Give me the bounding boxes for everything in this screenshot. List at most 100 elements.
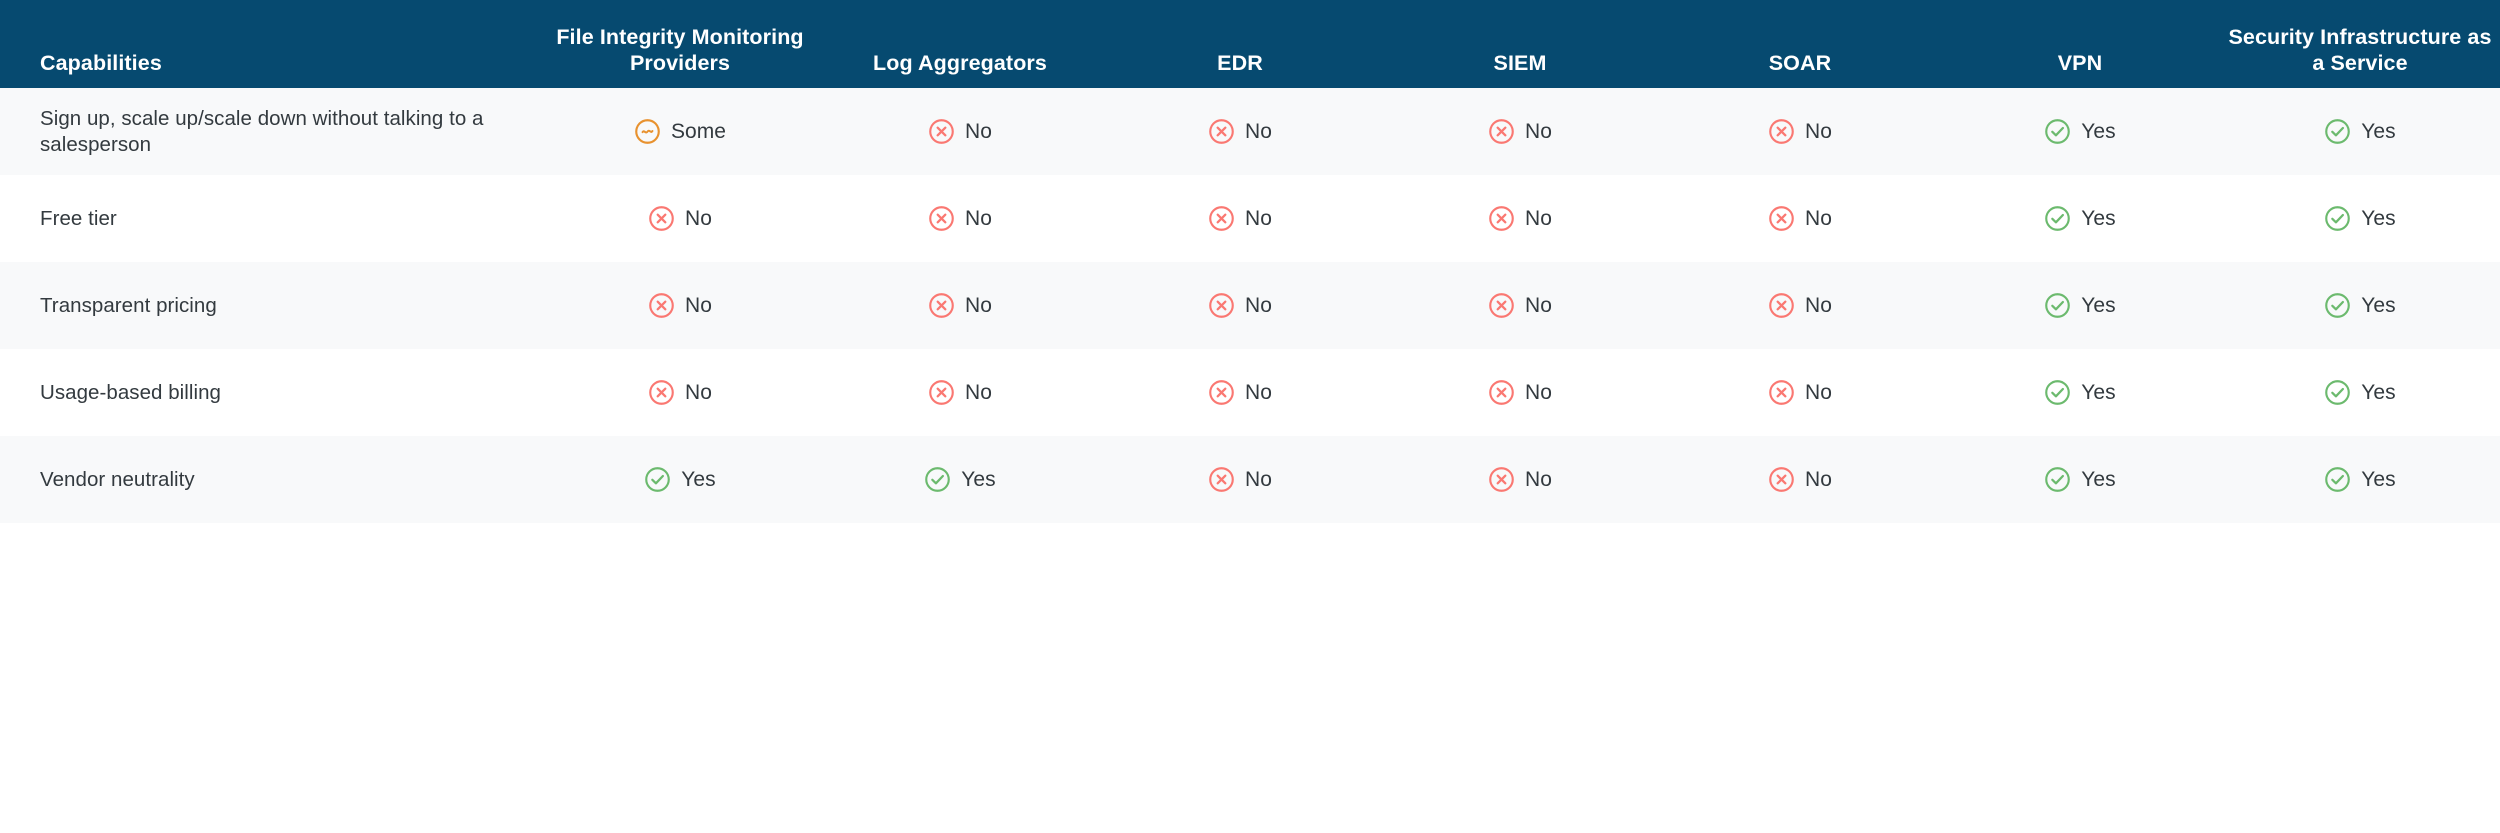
value-label: No	[1525, 119, 1552, 143]
value-label: No	[1245, 467, 1272, 491]
value-label: Yes	[2081, 206, 2116, 230]
table-row: Vendor neutrality Yes Yes No No No Yes Yes	[0, 436, 2500, 523]
value-cell: Yes	[540, 466, 820, 493]
tilde-circle-icon	[634, 118, 661, 145]
x-circle-icon	[928, 292, 955, 319]
header-cell-3: EDR	[1217, 51, 1263, 75]
value-cell: Some	[540, 118, 820, 145]
value-label: No	[1805, 119, 1832, 143]
table-row: Transparent pricing No No No No No Yes Yes	[0, 262, 2500, 349]
value-cell: No	[1100, 466, 1380, 493]
value-label: No	[1245, 380, 1272, 404]
row-label: Sign up, scale up/scale down without tal…	[40, 106, 484, 156]
value-cell: No	[1380, 292, 1660, 319]
x-circle-icon	[1208, 292, 1235, 319]
value-label: No	[685, 206, 712, 230]
value-cell: Yes	[2220, 292, 2500, 319]
value-cell: No	[540, 379, 820, 406]
value-cell: No	[1660, 292, 1940, 319]
table-row: Free tier No No No No No Yes Yes	[0, 175, 2500, 262]
check-circle-icon	[2324, 466, 2351, 493]
value-label: No	[1805, 206, 1832, 230]
value-cell: No	[1380, 379, 1660, 406]
value-label: Some	[670, 119, 727, 143]
row-label: Vendor neutrality	[40, 467, 195, 491]
row-label: Transparent pricing	[40, 293, 217, 317]
check-circle-icon	[2044, 466, 2071, 493]
table-header-row: Capabilities File Integrity Monitoring Pr…	[0, 0, 2500, 88]
value-cell: Yes	[2220, 118, 2500, 145]
value-label: Yes	[2081, 119, 2116, 143]
check-circle-icon	[2324, 205, 2351, 232]
x-circle-icon	[1208, 466, 1235, 493]
x-circle-icon	[1488, 292, 1515, 319]
value-label: No	[965, 380, 992, 404]
x-circle-icon	[1488, 205, 1515, 232]
value-label: No	[1525, 467, 1552, 491]
value-cell: No	[820, 205, 1100, 232]
x-circle-icon	[648, 379, 675, 406]
x-circle-icon	[928, 205, 955, 232]
value-label: No	[965, 293, 992, 317]
header-cell-4: SIEM	[1493, 51, 1547, 75]
value-label: Yes	[2081, 293, 2116, 317]
value-cell: Yes	[1940, 379, 2220, 406]
value-cell: No	[1380, 118, 1660, 145]
value-cell: Yes	[2220, 466, 2500, 493]
x-circle-icon	[1768, 205, 1795, 232]
x-circle-icon	[1488, 466, 1515, 493]
header-cell-1: File Integrity Monitoring Providers	[556, 25, 804, 75]
value-label: No	[965, 206, 992, 230]
value-label: Yes	[2361, 467, 2396, 491]
check-circle-icon	[2044, 118, 2071, 145]
x-circle-icon	[1768, 118, 1795, 145]
table-row: Usage-based billing No No No No No Yes Yes	[0, 349, 2500, 436]
value-label: Yes	[2081, 380, 2116, 404]
table-body: Sign up, scale up/scale down without tal…	[0, 88, 2500, 833]
x-circle-icon	[648, 292, 675, 319]
value-cell: Yes	[2220, 205, 2500, 232]
value-label: Yes	[2361, 380, 2396, 404]
x-circle-icon	[1768, 292, 1795, 319]
x-circle-icon	[1768, 466, 1795, 493]
check-circle-icon	[2044, 379, 2071, 406]
header-cell-7: Security Infrastructure as a Service	[2228, 25, 2492, 75]
value-label: No	[1245, 206, 1272, 230]
value-cell: No	[820, 118, 1100, 145]
value-label: No	[1525, 380, 1552, 404]
check-circle-icon	[2324, 292, 2351, 319]
header-cell-6: VPN	[2057, 51, 2103, 75]
check-circle-icon	[924, 466, 951, 493]
value-cell: No	[1100, 118, 1380, 145]
row-label: Usage-based billing	[40, 380, 222, 404]
value-cell: No	[1660, 466, 1940, 493]
capabilities-comparison-table: Capabilities File Integrity Monitoring Pr…	[0, 0, 2500, 833]
value-cell: No	[1100, 292, 1380, 319]
check-circle-icon	[644, 466, 671, 493]
header-cell-5: SOAR	[1768, 51, 1832, 75]
value-cell: No	[1380, 205, 1660, 232]
check-circle-icon	[2044, 292, 2071, 319]
x-circle-icon	[1768, 379, 1795, 406]
value-cell: Yes	[820, 466, 1100, 493]
value-label: Yes	[2361, 119, 2396, 143]
header-cell-capabilities: Capabilities	[40, 51, 162, 75]
check-circle-icon	[2044, 205, 2071, 232]
header-cell-2: Log Aggregators	[873, 51, 1047, 75]
value-cell: No	[540, 292, 820, 319]
value-label: Yes	[2081, 467, 2116, 491]
value-label: No	[1245, 293, 1272, 317]
value-label: No	[685, 293, 712, 317]
value-cell: No	[540, 205, 820, 232]
row-label: Free tier	[40, 206, 117, 230]
value-label: No	[965, 119, 992, 143]
value-label: No	[1805, 380, 1832, 404]
value-cell: No	[1100, 205, 1380, 232]
value-label: No	[1525, 293, 1552, 317]
x-circle-icon	[1208, 118, 1235, 145]
value-label: Yes	[961, 467, 996, 491]
value-cell: Yes	[1940, 292, 2220, 319]
value-cell: No	[1380, 466, 1660, 493]
x-circle-icon	[648, 205, 675, 232]
value-label: No	[1805, 467, 1832, 491]
